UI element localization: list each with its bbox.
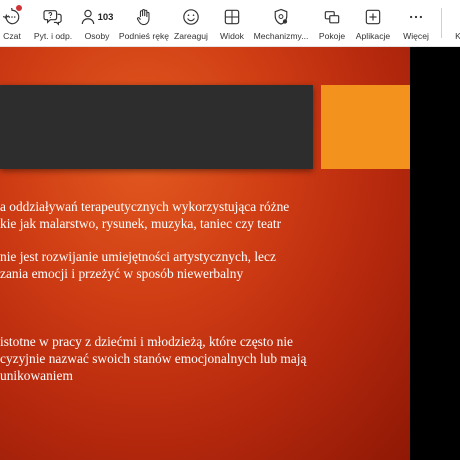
slide-paragraph-3: istotne w pracy z dziećmi i młodzieżą, k…: [0, 333, 306, 384]
more-icon: [408, 5, 424, 29]
slide-accent-block: [321, 85, 410, 169]
rooms-icon: [324, 5, 340, 29]
rooms-button[interactable]: Pokoje: [316, 0, 348, 46]
slide-title-bar: [0, 85, 313, 169]
presentation-slide: a oddziaływań terapeutycznych wykorzystu…: [0, 47, 410, 460]
qa-label: Pyt. i odp.: [33, 31, 73, 41]
slide-text-line: nie jest rozwijanie umiejętności artysty…: [0, 249, 276, 264]
unread-badge: [15, 4, 23, 12]
chat-label: Czat: [3, 31, 21, 41]
mechanisms-label: Mechanizmy...: [253, 31, 309, 41]
more-label: Więcej: [403, 31, 429, 41]
rooms-label: Pokoje: [318, 31, 346, 41]
slide-text-line: a oddziaływań terapeutycznych wykorzystu…: [0, 199, 290, 214]
apps-button[interactable]: Aplikacje: [353, 0, 393, 46]
meeting-toolbar: Czat Pyt. i odp. 103 Osoby Podnieś rękę …: [0, 0, 460, 47]
partial-toolbar-button[interactable]: K: [450, 0, 460, 46]
view-button[interactable]: Widok: [216, 0, 248, 46]
apps-icon: [365, 5, 381, 29]
react-label: Zareaguj: [174, 31, 208, 41]
more-button[interactable]: Więcej: [398, 0, 434, 46]
qa-button[interactable]: Pyt. i odp.: [30, 0, 76, 46]
react-icon: [182, 5, 200, 29]
chat-button[interactable]: Czat: [0, 0, 24, 46]
view-label: Widok: [220, 31, 244, 41]
toolbar-divider: [441, 8, 442, 38]
slide-text-line: cyzyjnie nazwać swoich stanów emocjonaln…: [0, 351, 307, 366]
slide-text-line: istotne w pracy z dziećmi i młodzieżą, k…: [0, 334, 293, 349]
slide-text-line: unikowaniem: [0, 368, 73, 383]
shared-content-stage: a oddziaływań terapeutycznych wykorzystu…: [0, 47, 460, 460]
raise-hand-button[interactable]: Podnieś rękę: [119, 0, 169, 46]
people-button[interactable]: 103 Osoby: [80, 0, 114, 46]
slide-text-line: zania emocji i przeżyć w sposób niewerba…: [0, 266, 244, 281]
react-button[interactable]: Zareaguj: [172, 0, 210, 46]
people-label: Osoby: [84, 31, 110, 41]
slide-paragraph-2: nie jest rozwijanie umiejętności artysty…: [0, 248, 276, 282]
mechanisms-icon: [273, 5, 289, 29]
chat-icon: [3, 4, 23, 29]
people-icon-wrap: 103: [81, 5, 114, 29]
participant-count: 103: [97, 11, 114, 23]
apps-label: Aplikacje: [355, 31, 391, 41]
partial-icon: [450, 5, 460, 29]
view-icon: [224, 5, 240, 29]
people-icon: [81, 9, 94, 25]
qa-icon: [43, 5, 63, 29]
raise-hand-label: Podnieś rękę: [118, 31, 170, 41]
slide-text-line: kie jak malarstwo, rysunek, muzyka, tani…: [0, 216, 282, 231]
raise-hand-icon: [136, 5, 152, 29]
partial-label: K: [455, 31, 460, 41]
mechanisms-button[interactable]: Mechanizmy...: [253, 0, 309, 46]
slide-paragraph-1: a oddziaływań terapeutycznych wykorzystu…: [0, 198, 289, 232]
